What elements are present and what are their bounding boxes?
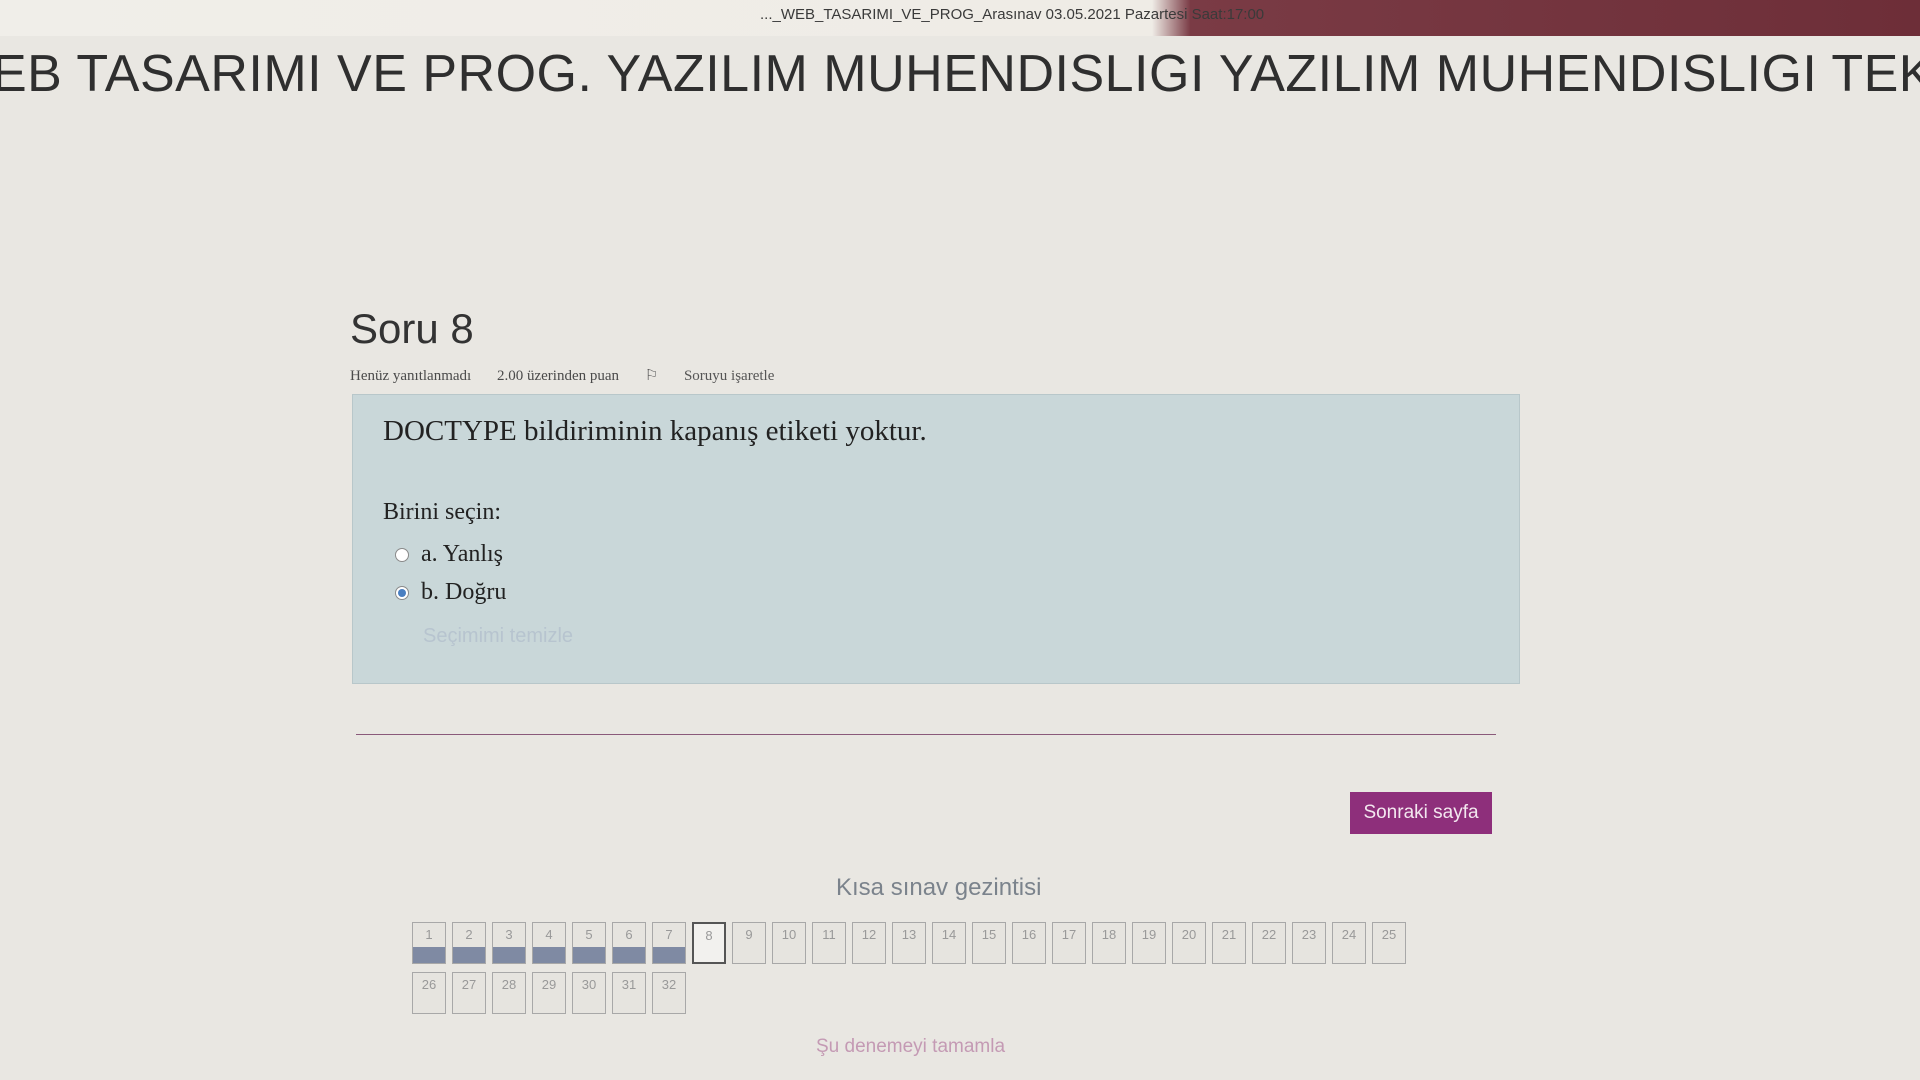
quiz-nav-cell-number: 12 [861, 927, 877, 942]
answered-indicator [613, 947, 645, 963]
question-points: 2.00 üzerinden puan [496, 368, 620, 384]
quiz-nav-cell-number: 11 [822, 927, 836, 942]
quiz-nav-cell-15[interactable]: 15 [972, 922, 1006, 964]
quiz-nav-cell-1[interactable]: 1 [412, 922, 446, 964]
clear-choice-link[interactable]: Seçimimi temizle [423, 625, 573, 648]
quiz-nav-cell-4[interactable]: 4 [532, 922, 566, 964]
quiz-nav-cell-11[interactable]: 11 [812, 922, 846, 964]
quiz-nav-cell-number: 26 [421, 977, 437, 992]
quiz-nav-cell-27[interactable]: 27 [452, 972, 486, 1014]
quiz-nav-cell-32[interactable]: 32 [652, 972, 686, 1014]
quiz-nav-cell-number: 5 [585, 927, 593, 942]
quiz-nav-cell-number: 25 [1381, 927, 1397, 942]
quiz-nav-cell-31[interactable]: 31 [612, 972, 646, 1014]
answered-indicator [493, 947, 525, 963]
quiz-nav-cell-number: 32 [661, 977, 677, 992]
quiz-nav-cell-26[interactable]: 26 [412, 972, 446, 1014]
quiz-nav-cell-number: 17 [1061, 927, 1077, 942]
quiz-nav-cell-20[interactable]: 20 [1172, 922, 1206, 964]
answered-indicator [653, 947, 685, 963]
quiz-nav-cell-number: 3 [505, 927, 513, 942]
quiz-nav-cell-12[interactable]: 12 [852, 922, 886, 964]
quiz-nav-cell-number: 22 [1261, 927, 1277, 942]
course-title: EB TASARIMI VE PROG. YAZILIM MUHENDISLIG… [0, 45, 1920, 103]
quiz-nav-cell-28[interactable]: 28 [492, 972, 526, 1014]
flag-icon: ⚐ [644, 368, 659, 384]
answer-prompt: Birini seçin: [383, 499, 501, 525]
quiz-nav-row-1: 1 2 3 4 5 6 7 8 9 10 11 12 13 14 15 16 17 18 19 20 21 22 23 24 2… [412, 922, 1412, 964]
finish-attempt-link[interactable]: Şu denemeyi tamamla [816, 1036, 1005, 1058]
separator [356, 734, 1496, 735]
quiz-nav-cell-16[interactable]: 16 [1012, 922, 1046, 964]
option-a-radio[interactable] [395, 547, 409, 562]
quiz-nav-cell-number: 7 [665, 927, 673, 942]
quiz-nav-cell-number: 27 [461, 977, 477, 992]
quiz-nav-cell-9[interactable]: 9 [732, 922, 766, 964]
question-text: DOCTYPE bildiriminin kapanış etiketi yok… [383, 415, 927, 447]
next-page-button[interactable]: Sonraki sayfa [1350, 792, 1492, 834]
breadcrumb[interactable]: ..._WEB_TASARIMI_VE_PROG_Arasınav 03.05.… [760, 6, 1264, 23]
quiz-navigation-title: Kısa sınav gezintisi [836, 874, 1042, 901]
quiz-nav-cell-number: 6 [625, 927, 633, 942]
flag-question-label: Soruyu işaretle [683, 368, 775, 384]
quiz-nav-cell-number: 8 [705, 928, 713, 943]
quiz-nav-cell-5[interactable]: 5 [572, 922, 606, 964]
quiz-nav-cell-number: 2 [465, 927, 473, 942]
quiz-nav-cell-21[interactable]: 21 [1212, 922, 1246, 964]
quiz-nav-cell-3[interactable]: 3 [492, 922, 526, 964]
quiz-nav-cell-number: 13 [901, 927, 917, 942]
quiz-navigation-grid: 1 2 3 4 5 6 7 8 9 10 11 12 13 14 15 16 17 18 19 20 21 22 23 24 2… [412, 922, 1412, 1022]
answered-indicator [573, 947, 605, 963]
top-bar: ..._WEB_TASARIMI_VE_PROG_Arasınav 03.05.… [0, 0, 1920, 36]
quiz-nav-cell-number: 20 [1181, 927, 1197, 942]
quiz-nav-cell-8[interactable]: 8 [692, 922, 726, 964]
quiz-nav-cell-number: 16 [1021, 927, 1037, 942]
question-heading: Soru 8 [350, 305, 474, 352]
quiz-nav-cell-number: 18 [1101, 927, 1117, 942]
quiz-nav-cell-30[interactable]: 30 [572, 972, 606, 1014]
quiz-nav-cell-number: 24 [1341, 927, 1357, 942]
question-info: Henüz yanıtlanmadı 2.00 üzerinden puan ⚐… [350, 366, 818, 385]
quiz-nav-cell-24[interactable]: 24 [1332, 922, 1366, 964]
quiz-nav-cell-22[interactable]: 22 [1252, 922, 1286, 964]
quiz-nav-cell-number: 1 [425, 927, 433, 942]
option-b-label: b. Doğru [421, 579, 507, 605]
quiz-nav-cell-2[interactable]: 2 [452, 922, 486, 964]
option-a[interactable]: a. Yanlış [395, 541, 503, 568]
quiz-nav-cell-number: 23 [1301, 927, 1317, 942]
quiz-nav-cell-25[interactable]: 25 [1372, 922, 1406, 964]
flag-question-link[interactable]: ⚐ Soruyu işaretle [645, 368, 797, 384]
option-b-radio[interactable] [395, 585, 409, 600]
option-b[interactable]: b. Doğru [395, 579, 506, 606]
quiz-nav-cell-19[interactable]: 19 [1132, 922, 1166, 964]
answered-indicator [453, 947, 485, 963]
quiz-nav-cell-6[interactable]: 6 [612, 922, 646, 964]
quiz-nav-cell-number: 10 [781, 927, 797, 942]
quiz-nav-cell-10[interactable]: 10 [772, 922, 806, 964]
quiz-nav-cell-number: 29 [541, 977, 557, 992]
quiz-nav-cell-number: 31 [621, 977, 637, 992]
quiz-nav-cell-13[interactable]: 13 [892, 922, 926, 964]
quiz-nav-cell-number: 14 [941, 927, 957, 942]
quiz-nav-cell-number: 21 [1221, 927, 1237, 942]
quiz-nav-cell-7[interactable]: 7 [652, 922, 686, 964]
quiz-nav-cell-number: 4 [545, 927, 553, 942]
quiz-nav-cell-29[interactable]: 29 [532, 972, 566, 1014]
answered-indicator [413, 947, 445, 963]
quiz-nav-cell-23[interactable]: 23 [1292, 922, 1326, 964]
question-box: DOCTYPE bildiriminin kapanış etiketi yok… [352, 394, 1520, 684]
answered-indicator [533, 947, 565, 963]
quiz-nav-row-2: 26 27 28 29 30 31 32 [412, 972, 1412, 1014]
quiz-nav-cell-number: 19 [1141, 927, 1157, 942]
quiz-nav-cell-number: 30 [581, 977, 597, 992]
quiz-nav-cell-17[interactable]: 17 [1052, 922, 1086, 964]
quiz-nav-cell-number: 15 [981, 927, 997, 942]
quiz-nav-cell-number: 28 [501, 977, 517, 992]
option-a-label: a. Yanlış [421, 541, 504, 567]
quiz-nav-cell-number: 9 [745, 927, 753, 942]
question-status: Henüz yanıtlanmadı [350, 368, 472, 384]
quiz-nav-cell-18[interactable]: 18 [1092, 922, 1126, 964]
quiz-nav-cell-14[interactable]: 14 [932, 922, 966, 964]
